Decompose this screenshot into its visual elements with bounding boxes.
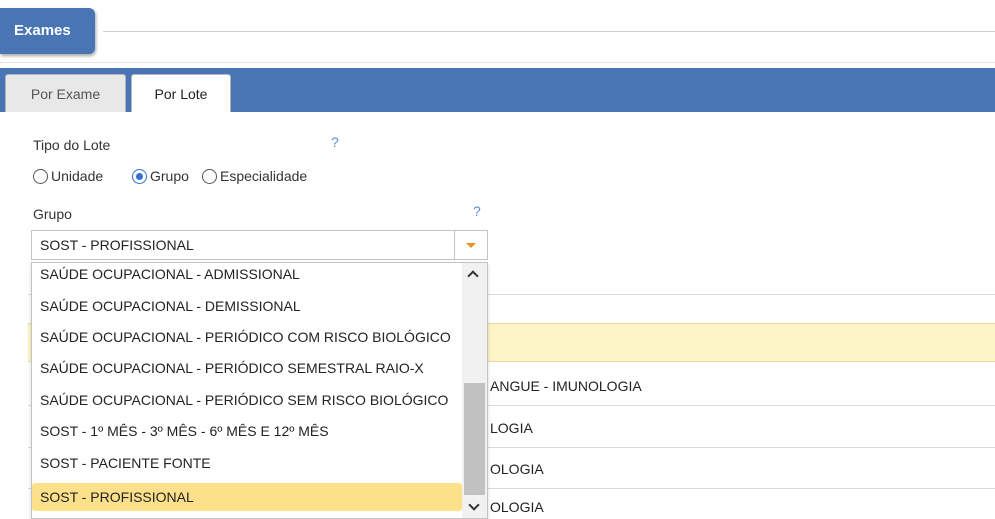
- chevron-up-icon[interactable]: [462, 263, 487, 283]
- divider: [103, 31, 995, 32]
- table-cell: LOGIA: [490, 420, 533, 436]
- grupo-dropdown-list: SAÚDE OCUPACIONAL - ADMISSIONAL SAÚDE OC…: [31, 262, 488, 519]
- radio-checked-icon: [132, 169, 147, 184]
- table-cell: OLOGIA: [490, 499, 544, 515]
- dropdown-option[interactable]: SOST - 1º MÊS - 3º MÊS - 6º MÊS E 12º MÊ…: [32, 417, 462, 445]
- dropdown-option[interactable]: SAÚDE OCUPACIONAL - PERIÓDICO SEMESTRAL …: [32, 354, 462, 382]
- tab-por-exame[interactable]: Por Exame: [5, 74, 126, 112]
- table-cell: ANGUE - IMUNOLOGIA: [490, 378, 642, 394]
- chevron-down-icon[interactable]: [462, 498, 487, 518]
- tab-por-lote[interactable]: Por Lote: [131, 74, 231, 112]
- section-title: Exames: [14, 22, 71, 39]
- dropdown-option[interactable]: SAÚDE OCUPACIONAL - DEMISSIONAL: [32, 292, 462, 320]
- grupo-select[interactable]: SOST - PROFISSIONAL: [31, 230, 488, 260]
- tab-bar: Por Exame Por Lote: [0, 68, 995, 112]
- grupo-label: Grupo: [33, 206, 72, 222]
- dropdown-option-selected[interactable]: SOST - PROFISSIONAL: [32, 483, 462, 511]
- tipo-lote-label: Tipo do Lote: [33, 137, 111, 153]
- dropdown-option[interactable]: SAÚDE OCUPACIONAL - PERIÓDICO COM RISCO …: [32, 323, 462, 351]
- chevron-down-icon[interactable]: [454, 231, 487, 259]
- radio-circle-icon: [33, 169, 48, 184]
- radio-circle-icon: [202, 169, 217, 184]
- dropdown-option[interactable]: SOST - PACIENTE FONTE: [32, 449, 462, 477]
- scrollbar-thumb[interactable]: [464, 383, 485, 495]
- section-title-badge: Exames: [0, 8, 95, 54]
- help-icon[interactable]: ?: [331, 134, 339, 150]
- section-header: Exames: [0, 0, 995, 63]
- help-icon[interactable]: ?: [473, 203, 481, 219]
- grupo-select-value: SOST - PROFISSIONAL: [40, 237, 194, 253]
- table-cell: OLOGIA: [490, 461, 544, 477]
- dropdown-scrollbar[interactable]: [462, 263, 487, 518]
- dropdown-option[interactable]: SAÚDE OCUPACIONAL - ADMISSIONAL: [32, 263, 462, 288]
- dropdown-option[interactable]: SAÚDE OCUPACIONAL - PERIÓDICO SEM RISCO …: [32, 386, 462, 414]
- divider: [0, 62, 995, 63]
